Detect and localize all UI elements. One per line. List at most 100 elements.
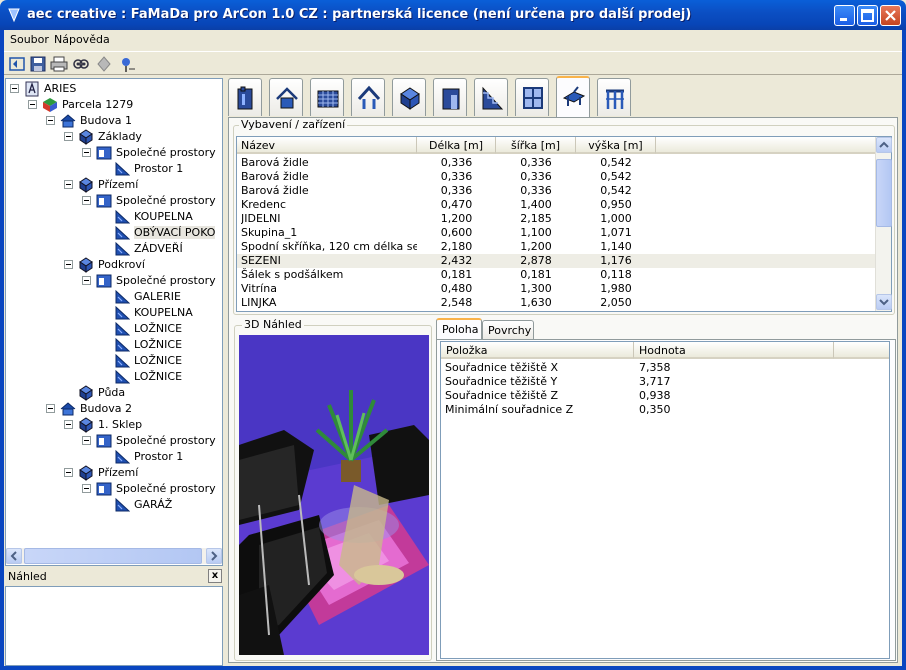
column-header-value[interactable]: Hodnota (634, 342, 834, 359)
equipment-row[interactable]: Kredenc 0,470 1,400 0,950 (237, 198, 877, 212)
tree-node[interactable]: Prostor 1 (6, 161, 222, 177)
tab-railing[interactable] (597, 78, 631, 116)
equipment-row[interactable]: SEZENI 2,432 2,878 1,176 (237, 254, 877, 268)
scroll-up-button[interactable] (876, 137, 892, 153)
tree-collapse-toggle[interactable] (82, 436, 91, 445)
save-icon[interactable] (29, 55, 47, 73)
tree-node-label: KOUPELNA (134, 306, 193, 319)
equipment-row[interactable]: LINJKA 2,548 1,630 2,050 (237, 296, 877, 310)
tree-node[interactable]: OBÝVACÍ POKO (6, 225, 222, 241)
tab-info[interactable] (228, 78, 262, 116)
tree-node[interactable]: Parcela 1279 (6, 97, 222, 113)
tree-node[interactable]: Půda (6, 385, 222, 401)
tab-roof[interactable] (351, 78, 385, 116)
maximize-button[interactable] (857, 5, 878, 26)
tree-node[interactable]: ARIES (6, 81, 222, 97)
tree-node[interactable]: Společné prostory (6, 145, 222, 161)
column-header-width[interactable]: šířka [m] (496, 137, 576, 154)
tab-cube[interactable] (392, 78, 426, 116)
tree-collapse-toggle[interactable] (28, 100, 37, 109)
scroll-down-button[interactable] (876, 294, 892, 310)
equipment-table[interactable]: Název Délka [m] šířka [m] výška [m] Baro… (236, 136, 892, 312)
tree-node[interactable]: LOŽNICE (6, 353, 222, 369)
print-icon[interactable] (50, 55, 68, 73)
tree-node[interactable]: LOŽNICE (6, 321, 222, 337)
property-row[interactable]: Minimální souřadnice Z 0,350 (441, 403, 889, 417)
minimize-button[interactable] (834, 5, 855, 26)
tree-collapse-toggle[interactable] (64, 420, 73, 429)
equipment-row[interactable]: Spodní skříňka, 120 cm délka se ... 2,180… (237, 240, 877, 254)
tree-node[interactable]: KOUPELNA (6, 209, 222, 225)
tree-node[interactable]: Přízemí (6, 465, 222, 481)
tree-collapse-toggle[interactable] (64, 180, 73, 189)
scroll-left-button[interactable] (6, 548, 22, 564)
column-header-length[interactable]: Délka [m] (417, 137, 496, 154)
property-row[interactable]: Souřadnice těžiště Y 3,717 (441, 375, 889, 389)
menu-soubor[interactable]: Soubor (10, 33, 49, 46)
tree-node[interactable]: LOŽNICE (6, 369, 222, 385)
tree-collapse-toggle[interactable] (82, 148, 91, 157)
properties-table[interactable]: Položka Hodnota Souřadnice těžiště X 7,35… (440, 341, 890, 659)
tree-node[interactable]: Podkroví (6, 257, 222, 273)
vertical-scroll-thumb[interactable] (876, 159, 892, 227)
preview-close-button[interactable]: x (208, 569, 222, 583)
tree-node[interactable]: KOUPELNA (6, 305, 222, 321)
tree-node[interactable]: Společné prostory (6, 193, 222, 209)
tab-grid[interactable] (310, 78, 344, 116)
tree-collapse-toggle[interactable] (64, 260, 73, 269)
tree-collapse-toggle[interactable] (64, 132, 73, 141)
tree-node[interactable]: 1. Sklep (6, 417, 222, 433)
column-header-name[interactable]: Název (237, 137, 417, 154)
tree-collapse-toggle[interactable] (82, 276, 91, 285)
tree-node[interactable]: Prostor 1 (6, 449, 222, 465)
tab-house[interactable] (269, 78, 303, 116)
tree-node[interactable]: Budova 1 (6, 113, 222, 129)
tree-node[interactable]: Základy (6, 129, 222, 145)
tree-node[interactable]: LOŽNICE (6, 337, 222, 353)
tree-node[interactable]: ZÁDVEŘÍ (6, 241, 222, 257)
tab-furniture[interactable] (556, 76, 590, 117)
tab-poloha[interactable]: Poloha (436, 318, 482, 340)
tree-node[interactable]: GALERIE (6, 289, 222, 305)
tree-node[interactable]: Budova 2 (6, 401, 222, 417)
menu-napoveda[interactable]: Nápověda (54, 33, 110, 46)
column-header-item[interactable]: Položka (441, 342, 634, 359)
equipment-row[interactable]: Šálek s podšálkem 0,181 0,181 0,118 (237, 268, 877, 282)
project-tree[interactable]: ARIES Parcela 1279 Budova 1 Základy Společné… (5, 78, 223, 566)
view3d-render[interactable] (239, 335, 429, 655)
horizontal-scroll-thumb[interactable] (24, 548, 202, 564)
scroll-right-button[interactable] (206, 548, 222, 564)
tab-window[interactable] (515, 78, 549, 116)
diamond-icon[interactable] (95, 55, 113, 73)
property-row[interactable]: Souřadnice těžiště X 7,358 (441, 361, 889, 375)
tab-povrchy[interactable]: Povrchy (482, 320, 534, 339)
tree-collapse-toggle[interactable] (46, 116, 55, 125)
close-button[interactable] (880, 5, 901, 26)
tree-collapse-toggle[interactable] (46, 404, 55, 413)
view-icon[interactable] (72, 55, 90, 73)
tab-stairs[interactable] (474, 78, 508, 116)
tree-node[interactable]: Společné prostory (6, 481, 222, 497)
equipment-row[interactable]: Barová židle 0,336 0,336 0,542 (237, 156, 877, 170)
tree-horizontal-scrollbar[interactable] (6, 548, 222, 564)
property-row[interactable]: Souřadnice těžiště Z 0,938 (441, 389, 889, 403)
equipment-row[interactable]: Vitrína 0,480 1,300 1,980 (237, 282, 877, 296)
pin-icon[interactable] (119, 55, 137, 73)
tree-collapse-toggle[interactable] (82, 196, 91, 205)
title-bar[interactable]: aec creative : FaMaDa pro ArCon 1.0 CZ :… (0, 0, 906, 30)
equipment-row[interactable]: Barová židle 0,336 0,336 0,542 (237, 170, 877, 184)
tree-collapse-toggle[interactable] (10, 84, 19, 93)
tree-node[interactable]: Společné prostory (6, 273, 222, 289)
equipment-row[interactable]: Skupina_1 0,600 1,100 1,071 (237, 226, 877, 240)
tree-collapse-toggle[interactable] (82, 484, 91, 493)
tab-door[interactable] (433, 78, 467, 116)
tree-node[interactable]: Přízemí (6, 177, 222, 193)
tree-node[interactable]: Společné prostory (6, 433, 222, 449)
equipment-vertical-scrollbar[interactable] (875, 137, 892, 311)
equipment-row[interactable]: JIDELNI 1,200 2,185 1,000 (237, 212, 877, 226)
refresh-icon[interactable] (8, 55, 26, 73)
equipment-row[interactable]: Barová židle 0,336 0,336 0,542 (237, 184, 877, 198)
column-header-height[interactable]: výška [m] (576, 137, 656, 154)
tree-node[interactable]: GARÁŽ (6, 497, 222, 513)
tree-collapse-toggle[interactable] (64, 468, 73, 477)
